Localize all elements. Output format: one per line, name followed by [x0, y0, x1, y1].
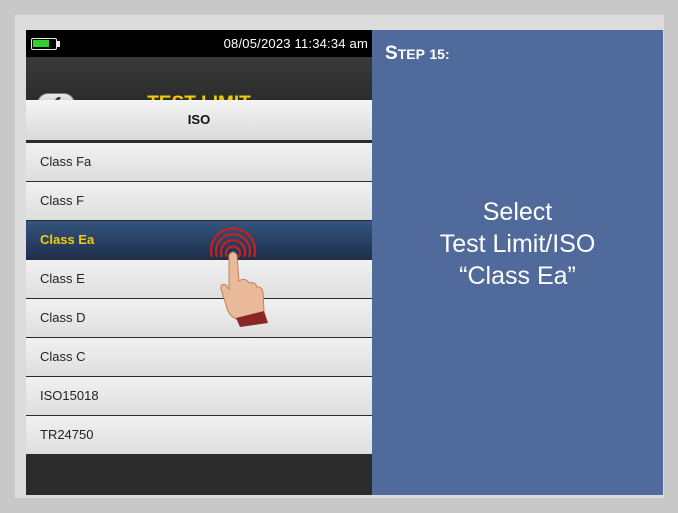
- datetime-display: 08/05/2023 11:34:34 am: [223, 36, 368, 51]
- list-item-selected[interactable]: Class Ea: [26, 221, 372, 259]
- list-item[interactable]: Class F: [26, 182, 372, 220]
- device-screen: 08/05/2023 11:34:34 am TEST LIMIT ISO Cl…: [26, 30, 372, 495]
- list-item[interactable]: ISO15018: [26, 377, 372, 415]
- step-label: STEP 15:: [385, 43, 450, 64]
- test-limit-list: ISO Class Fa Class F Class Ea Class E Cl…: [26, 100, 372, 455]
- list-header-iso[interactable]: ISO: [26, 100, 372, 140]
- step-number: 15:: [429, 46, 450, 62]
- instruction-text: Select Test Limit/ISO “Class Ea”: [439, 198, 596, 290]
- list-item[interactable]: Class Fa: [26, 143, 372, 181]
- status-bar: 08/05/2023 11:34:34 am: [26, 30, 372, 57]
- list-item[interactable]: TR24750: [26, 416, 372, 454]
- list-item[interactable]: Class E: [26, 260, 372, 298]
- instruction-panel: STEP 15: Select Test Limit/ISO “Class Ea…: [372, 30, 663, 495]
- list-item[interactable]: Class C: [26, 338, 372, 376]
- battery-icon: [31, 38, 57, 50]
- tap-hand-icon: [209, 227, 268, 327]
- list-item[interactable]: Class D: [26, 299, 372, 337]
